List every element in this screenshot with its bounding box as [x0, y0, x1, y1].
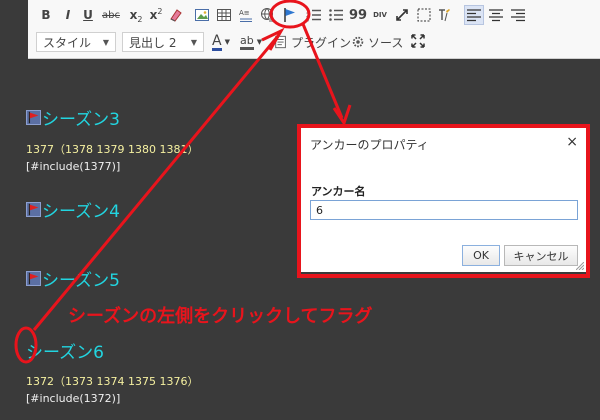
table-icon[interactable] [214, 5, 234, 25]
bullet-list-icon[interactable] [326, 5, 346, 25]
source-gear-icon [352, 36, 364, 48]
numbered-list-icon[interactable]: 123 [304, 5, 324, 25]
callout-text: シーズンの左側をクリックしてフラグ [68, 306, 373, 327]
superscript-label: x [149, 8, 158, 22]
strike-button[interactable]: abc [98, 5, 124, 25]
ok-button[interactable]: OK [462, 245, 500, 266]
heading-text: シーズン4 [42, 202, 120, 222]
heading-text: シーズン3 [42, 110, 120, 130]
plugin-icon [275, 35, 286, 49]
chevron-down-icon: ▼ [224, 38, 230, 46]
cancel-button[interactable]: キャンセル [504, 245, 578, 266]
chevron-down-icon: ▼ [190, 37, 197, 47]
align-right-icon[interactable] [508, 5, 528, 25]
text-color-label: A [212, 32, 222, 51]
align-left-icon[interactable] [464, 5, 484, 25]
fullscreen-icon[interactable] [408, 31, 428, 51]
heading-text: シーズン6 [26, 343, 104, 363]
episode-line: 1372（1373 1374 1375 1376） [26, 375, 199, 388]
format-combo-label: 見出し 2 [129, 35, 177, 50]
anchor-name-label: アンカー名 [311, 185, 366, 198]
chevron-down-icon: ▼ [256, 38, 263, 46]
plugin-label: プラグイン [291, 35, 352, 50]
bold-button[interactable]: B [36, 5, 56, 25]
close-icon[interactable]: × [566, 134, 578, 150]
anchor-flag-icon[interactable] [280, 5, 300, 25]
align-center-icon[interactable] [486, 5, 506, 25]
style-combo-label: スタイル [43, 35, 92, 50]
heading-text: シーズン5 [42, 271, 120, 291]
source-button[interactable]: ソース [351, 32, 403, 52]
special-char-icon[interactable]: A≡ [236, 5, 256, 25]
paste-text-icon[interactable] [434, 5, 454, 25]
anchor-properties-dialog: アンカーのプロパティ × アンカー名 OK キャンセル [301, 127, 586, 272]
episode-line: 1377（1378 1379 1380 1381） [26, 143, 199, 156]
heading-season-6[interactable]: シーズン6 [26, 338, 104, 363]
svg-text:A≡: A≡ [239, 9, 250, 17]
div-button[interactable]: DIV [370, 5, 390, 25]
toolbar-row-1: B I U abc x2 x2 A≡ 123 99 DIV [28, 4, 600, 28]
toolbar-row-2: スタイル ▼ 見出し 2 ▼ A ▼ ab ▼ プラグイン ソース [28, 30, 600, 54]
include-line: [#include(1372)] [26, 392, 121, 405]
chevron-down-icon: ▼ [102, 37, 109, 47]
anchor-flag-icon[interactable] [26, 202, 41, 217]
style-combo[interactable]: スタイル ▼ [36, 32, 116, 52]
div-label: DIV [373, 10, 387, 19]
bg-color-label: ab [240, 34, 254, 50]
image-icon[interactable] [192, 5, 212, 25]
show-blocks-icon[interactable] [414, 5, 434, 25]
subscript-label: x [129, 8, 138, 22]
heading-season-3[interactable]: シーズン3 [26, 105, 120, 130]
remove-format-icon[interactable] [166, 5, 186, 25]
source-label: ソース [368, 35, 404, 50]
plugin-button[interactable]: プラグイン [274, 32, 351, 52]
dialog-title: アンカーのプロパティ [310, 138, 429, 152]
anchor-flag-icon[interactable] [26, 110, 41, 125]
blockquote-button[interactable]: 99 [348, 5, 368, 25]
subscript-button[interactable]: x2 [126, 5, 146, 25]
italic-button[interactable]: I [58, 5, 78, 25]
maximize-icon[interactable] [392, 5, 412, 25]
heading-season-5[interactable]: シーズン5 [26, 266, 120, 291]
link-icon[interactable] [258, 5, 278, 25]
format-combo[interactable]: 見出し 2 ▼ [122, 32, 204, 52]
editor-toolbar: B I U abc x2 x2 A≡ 123 99 DIV スタイル ▼ 見出し… [28, 0, 600, 59]
anchor-name-input[interactable] [310, 200, 578, 220]
bg-color-button[interactable]: ab ▼ [240, 32, 262, 52]
underline-button[interactable]: U [78, 5, 98, 25]
heading-season-4[interactable]: シーズン4 [26, 197, 120, 222]
svg-text:3: 3 [306, 18, 309, 24]
text-color-button[interactable]: A ▼ [212, 32, 230, 52]
include-line: [#include(1377)] [26, 160, 121, 173]
resize-grip-icon[interactable] [576, 262, 584, 270]
anchor-flag-icon[interactable] [26, 271, 41, 286]
superscript-button[interactable]: x2 [146, 5, 166, 25]
